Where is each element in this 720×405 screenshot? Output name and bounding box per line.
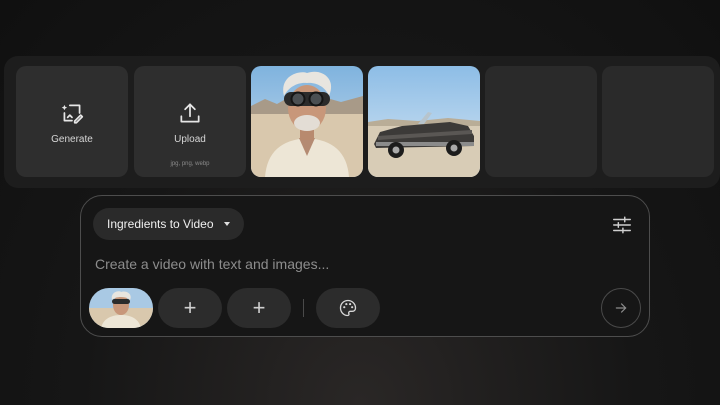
- ingredient-chip-man[interactable]: [89, 288, 153, 328]
- upload-icon: [180, 103, 200, 123]
- add-ingredient-button-2[interactable]: +: [227, 288, 291, 328]
- plus-icon: +: [183, 295, 197, 320]
- ingredient-chips: + +: [89, 288, 380, 328]
- empty-ingredient-slot-1[interactable]: [485, 66, 597, 177]
- ingredient-tray: Generate Upload jpg, png, webp: [4, 56, 720, 188]
- mode-dropdown-label: Ingredients to Video: [107, 217, 214, 231]
- upload-tile[interactable]: Upload jpg, png, webp: [134, 66, 246, 177]
- man-thumbnail-image: [89, 288, 153, 328]
- arrow-right-icon: [615, 303, 627, 313]
- ingredient-image-man[interactable]: [251, 66, 363, 177]
- ingredient-image-car[interactable]: [368, 66, 480, 177]
- sliders-icon[interactable]: [611, 214, 633, 236]
- generate-label: Generate: [51, 134, 93, 145]
- caret-down-icon: [223, 222, 230, 226]
- sparkle-edit-icon: [61, 104, 84, 124]
- generate-tile[interactable]: Generate: [16, 66, 128, 177]
- upload-format-hint: jpg, png, webp: [170, 161, 210, 167]
- upload-label: Upload: [174, 134, 206, 145]
- chip-divider: [303, 299, 304, 317]
- palette-icon: [339, 299, 357, 317]
- plus-icon: +: [252, 295, 266, 320]
- send-button[interactable]: [601, 288, 641, 328]
- man-with-goggles-image: [251, 66, 363, 177]
- style-button[interactable]: [316, 288, 380, 328]
- prompt-composer: Ingredients to Video + +: [80, 195, 650, 337]
- add-ingredient-button-1[interactable]: +: [158, 288, 222, 328]
- prompt-input[interactable]: [95, 252, 595, 276]
- mode-dropdown[interactable]: Ingredients to Video: [93, 208, 244, 240]
- convertible-car-image: [368, 66, 480, 177]
- empty-ingredient-slot-2[interactable]: [602, 66, 714, 177]
